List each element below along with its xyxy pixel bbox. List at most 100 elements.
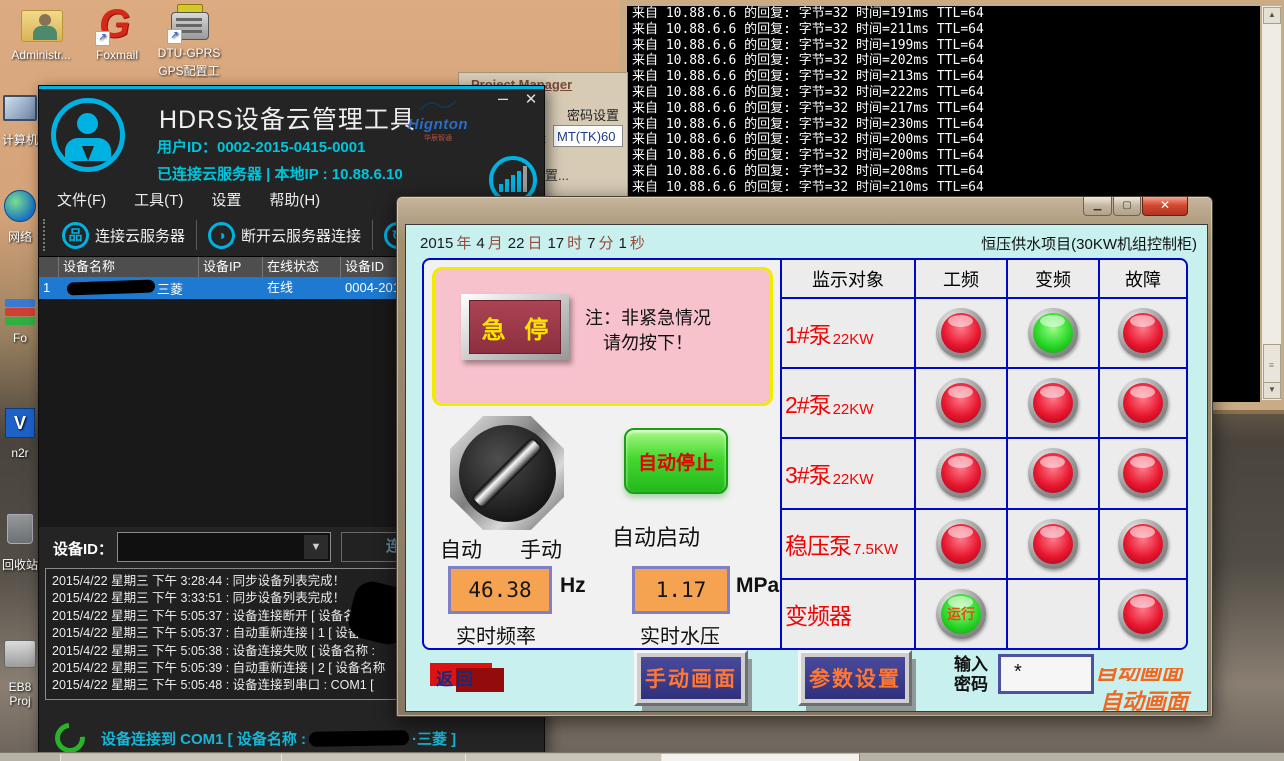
app-title: HDRS设备云管理工具 bbox=[159, 100, 416, 136]
scroll-down-icon[interactable]: ▼ bbox=[1263, 382, 1281, 399]
deer-logo-icon bbox=[418, 99, 458, 111]
row-number: 1 bbox=[39, 277, 59, 299]
lamp-cell-r3c2 bbox=[1100, 510, 1186, 578]
lamp-cell-r0c1 bbox=[1008, 299, 1098, 367]
run-label: 运行 bbox=[947, 604, 975, 624]
scrollbar-thumb[interactable]: ≡ bbox=[1263, 344, 1281, 386]
pump-name: 2#泵 bbox=[785, 386, 831, 420]
menu-item-1[interactable]: 工具(T) bbox=[134, 189, 183, 210]
lamp-core bbox=[1033, 313, 1073, 353]
connection-status-text: 已连接云服务器 | 本地IP : 10.88.6.10 bbox=[157, 163, 403, 184]
password-input[interactable]: * bbox=[998, 654, 1094, 694]
date-number: 1 bbox=[619, 235, 627, 252]
chevron-down-icon[interactable]: ▼ bbox=[304, 535, 328, 559]
icon-label: 网络 bbox=[0, 228, 40, 245]
desktop-icon-computer[interactable]: 计算机 bbox=[0, 95, 40, 148]
icon-label: 计算机 bbox=[0, 131, 40, 148]
device-id-dropdown[interactable]: ▼ bbox=[117, 532, 331, 562]
status-lamp-red bbox=[1028, 448, 1078, 498]
lamp-cell-r1c1 bbox=[1008, 369, 1098, 437]
disconnect-icon: ◑ bbox=[208, 222, 235, 249]
device-type-field[interactable]: MT(TK)60 bbox=[553, 125, 623, 147]
icon-label: DTU-GPRS bbox=[152, 46, 226, 60]
desktop: Administr... G↗ Foxmail ↗ DTU-GPRS GPS配置… bbox=[0, 0, 1284, 761]
knob-handle[interactable] bbox=[470, 436, 544, 510]
taskbar-button-1[interactable] bbox=[281, 754, 466, 761]
toolbar-drag-handle[interactable] bbox=[43, 219, 51, 251]
menu-item-0[interactable]: 文件(F) bbox=[57, 189, 106, 210]
auto-stop-button[interactable]: 自动停止 bbox=[624, 428, 728, 494]
pump-name: 3#泵 bbox=[785, 456, 831, 490]
desktop-icon-eb8-project[interactable]: EB8 Proj bbox=[0, 640, 40, 708]
param-settings-button[interactable]: 参数设置 bbox=[798, 650, 912, 706]
pump-name: 稳压泵 bbox=[785, 527, 851, 561]
lamp-cell-r0c2 bbox=[1100, 299, 1186, 367]
taskbar-button-3[interactable] bbox=[661, 754, 860, 761]
lamp-core bbox=[941, 524, 981, 564]
toolbar-button-1[interactable]: ◑断开云服务器连接 bbox=[197, 222, 372, 249]
taskbar-button-0[interactable] bbox=[60, 754, 282, 761]
menu-bar: 文件(F) 工具(T) 设置 帮助(H) bbox=[57, 189, 320, 210]
minimize-button[interactable]: ▁ bbox=[1083, 197, 1112, 216]
network-nodes-icon: 品 bbox=[62, 222, 89, 249]
back-button[interactable]: 返回 bbox=[430, 663, 506, 693]
archive-icon bbox=[5, 299, 35, 307]
status-lamp-red bbox=[936, 448, 986, 498]
lamp-cell-r4c2 bbox=[1100, 580, 1186, 648]
scroll-up-icon[interactable]: ▲ bbox=[1263, 7, 1281, 24]
icon-label: 回收站 bbox=[0, 556, 40, 573]
monitor-header-1: 工频 bbox=[916, 260, 1006, 297]
password-settings-label[interactable]: 密码设置 bbox=[567, 105, 619, 124]
maximize-button[interactable]: ▢ bbox=[1113, 197, 1141, 216]
desktop-icon-foxmail[interactable]: G↗ Foxmail bbox=[80, 6, 154, 62]
lamp-cell-r3c0 bbox=[916, 510, 1006, 578]
desktop-icon-n2r[interactable]: V n2r bbox=[0, 408, 40, 460]
monitor-row-name: 2#泵22KW bbox=[782, 369, 914, 437]
status-lamp-red bbox=[936, 308, 986, 358]
col-device-name[interactable]: 设备名称 bbox=[59, 257, 199, 277]
date-unit: 秒 bbox=[630, 235, 645, 252]
menu-item-3[interactable]: 帮助(H) bbox=[269, 189, 320, 210]
desktop-icon-administrator[interactable]: Administr... bbox=[4, 6, 78, 62]
lamp-core bbox=[1123, 383, 1163, 423]
toolbar-button-0[interactable]: 品连接云服务器 bbox=[51, 222, 196, 249]
col-online-status[interactable]: 在线状态 bbox=[263, 257, 341, 277]
date-unit: 分 bbox=[599, 235, 614, 252]
minimize-button[interactable]: – bbox=[491, 88, 515, 110]
taskbar-button-2[interactable] bbox=[465, 754, 662, 761]
foxmail-icon: G↗ bbox=[95, 6, 139, 46]
pump-power: 7.5KW bbox=[853, 541, 898, 558]
online-status-cell: 在线 bbox=[263, 277, 341, 299]
auto-manual-knob[interactable] bbox=[450, 416, 564, 530]
lamp-core bbox=[1123, 453, 1163, 493]
project-file-icon bbox=[4, 640, 36, 668]
desktop-icon-recycle-bin[interactable]: 回收站 bbox=[0, 514, 40, 573]
monitor-row-name: 3#泵22KW bbox=[782, 439, 914, 507]
status-lamp-red bbox=[1118, 378, 1168, 428]
desktop-icon-dtu-gprs[interactable]: ↗ DTU-GPRS GPS配置工 bbox=[152, 4, 226, 79]
desktop-icon-network[interactable]: 网络 bbox=[0, 190, 40, 245]
lamp-cell-r4c0: 运行 bbox=[916, 580, 1006, 648]
col-device-ip[interactable]: 设备IP bbox=[199, 257, 263, 277]
status-lamp-green-run: 运行 bbox=[936, 589, 986, 639]
menu-item-2[interactable]: 设置 bbox=[211, 189, 241, 210]
close-button[interactable]: ✕ bbox=[1142, 197, 1188, 216]
manual-screen-button[interactable]: 手动画面 bbox=[634, 650, 748, 706]
desktop-icon-archive[interactable]: Fo bbox=[0, 298, 40, 345]
status-lamp-green bbox=[1028, 308, 1078, 358]
estop-note: 注：非紧急情况 请勿按下！ bbox=[585, 306, 711, 356]
monitor-header-0: 监示对象 bbox=[782, 260, 914, 297]
console-scrollbar[interactable]: ▲ ≡ ▼ bbox=[1261, 6, 1281, 400]
close-button[interactable]: ✕ bbox=[519, 90, 543, 112]
status-lamp-red bbox=[1118, 589, 1168, 639]
monitor-row-name: 变频器 bbox=[782, 580, 914, 648]
lamp-cell-r0c0 bbox=[916, 299, 1006, 367]
console-line: 来自 10.88.6.6 的回复: 字节=32 时间=222ms TTL=64 bbox=[627, 85, 1260, 101]
emergency-stop-button[interactable]: 急 停 bbox=[461, 294, 569, 360]
monitor-header-3: 故障 bbox=[1100, 260, 1186, 297]
console-line: 来自 10.88.6.6 的回复: 字节=32 时间=210ms TTL=64 bbox=[627, 180, 1260, 196]
taskbar[interactable] bbox=[0, 752, 1284, 761]
lamp-core bbox=[1033, 524, 1073, 564]
status-lamp-red bbox=[936, 519, 986, 569]
console-line: 来自 10.88.6.6 的回复: 字节=32 时间=208ms TTL=64 bbox=[627, 164, 1260, 180]
